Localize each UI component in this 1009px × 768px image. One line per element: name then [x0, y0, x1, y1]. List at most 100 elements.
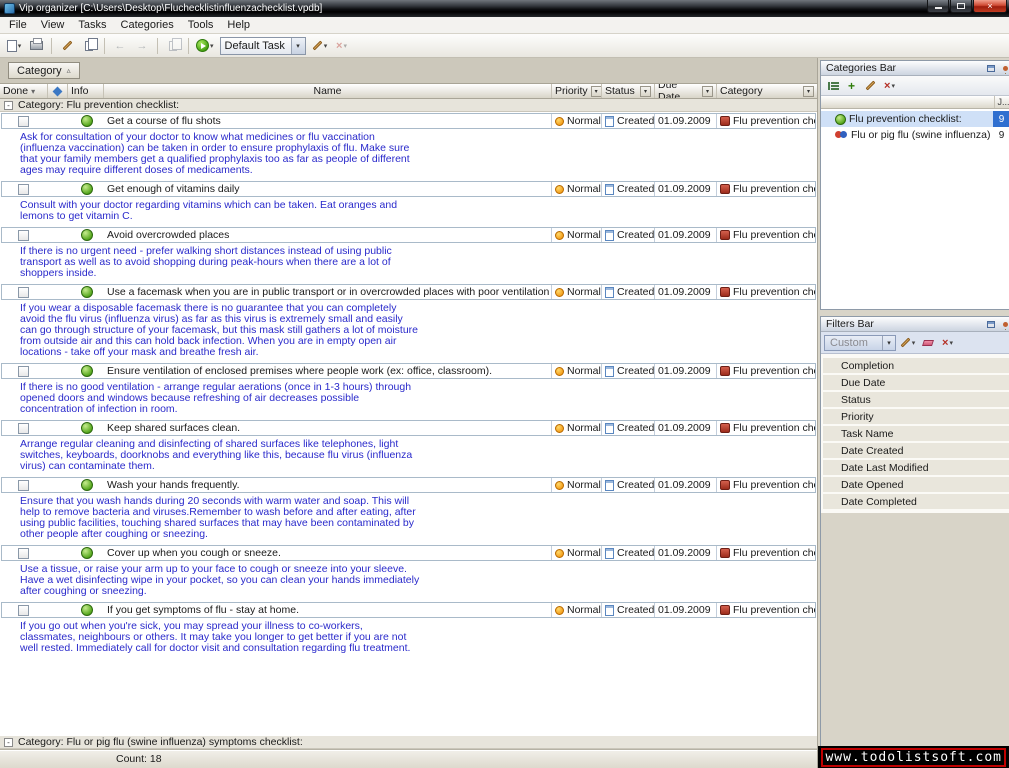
filter-dropdown-icon[interactable]: ▾	[803, 86, 814, 97]
sync-button[interactable]: ▾	[194, 36, 216, 56]
print-button[interactable]	[26, 36, 46, 56]
task-name[interactable]: Cover up when you cough or sneeze.	[105, 547, 551, 559]
category-item[interactable]: Flu prevention checklist: 9 9	[821, 111, 1009, 127]
task-name[interactable]: Use a facemask when you are in public tr…	[105, 286, 551, 298]
filter-row[interactable]: Date Opened ▾	[823, 477, 1009, 492]
done-checkbox[interactable]	[18, 287, 29, 298]
done-checkbox[interactable]	[18, 116, 29, 127]
print-icon	[30, 41, 43, 50]
task-row[interactable]: Keep shared surfaces clean. Normal Creat…	[1, 420, 816, 436]
edit-task-button[interactable]: ▾	[310, 36, 330, 56]
task-name[interactable]: Wash your hands frequently.	[105, 479, 551, 491]
edit-filter-button[interactable]: ▾	[899, 334, 916, 351]
group-header-flu-prevention[interactable]: - Category: Flu prevention checklist:	[0, 99, 817, 112]
done-checkbox[interactable]	[18, 184, 29, 195]
filter-row[interactable]: Date Created ▾	[823, 443, 1009, 458]
filter-dropdown-icon[interactable]: ▾	[640, 86, 651, 97]
column-header-name[interactable]: Name	[104, 84, 552, 98]
filter-row[interactable]: Completion ▾	[823, 358, 1009, 373]
filter-row[interactable]: Task Name ▾	[823, 426, 1009, 441]
task-row[interactable]: If you get symptoms of flu - stay at hom…	[1, 602, 816, 618]
task-row[interactable]: Cover up when you cough or sneeze. Norma…	[1, 545, 816, 561]
minimize-button[interactable]	[927, 0, 949, 13]
duplicate-button[interactable]	[79, 36, 99, 56]
priority-icon	[555, 185, 564, 194]
filter-row[interactable]: Date Completed ▾	[823, 494, 1009, 509]
sync-icon	[196, 39, 209, 52]
menu-tools[interactable]: Tools	[181, 18, 221, 32]
filter-preset-combo[interactable]: Custom ▾	[824, 335, 896, 351]
new-task-button[interactable]: ▾	[4, 36, 24, 56]
task-name[interactable]: Ensure ventilation of enclosed premises …	[105, 365, 551, 377]
done-checkbox[interactable]	[18, 480, 29, 491]
panel-window-button[interactable]	[984, 318, 998, 331]
edit-button[interactable]	[57, 36, 77, 56]
forward-button[interactable]: →	[132, 36, 152, 56]
task-block: Avoid overcrowded places Normal Created …	[0, 227, 817, 283]
task-status: Created	[617, 604, 654, 616]
menu-tasks[interactable]: Tasks	[71, 18, 113, 32]
filter-row[interactable]: Status ▾	[823, 392, 1009, 407]
column-header-done[interactable]: Done▾	[0, 84, 48, 98]
panel-window-button[interactable]	[984, 62, 998, 75]
column-header-category[interactable]: Category▾	[717, 84, 817, 98]
done-checkbox[interactable]	[18, 230, 29, 241]
column-label: Info	[71, 85, 89, 97]
filter-row[interactable]: Due Date ▾	[823, 375, 1009, 390]
task-row[interactable]: Get enough of vitamins daily Normal Crea…	[1, 181, 816, 197]
menu-file[interactable]: File	[2, 18, 34, 32]
category-icon	[720, 548, 730, 558]
task-name[interactable]: Get enough of vitamins daily	[105, 183, 551, 195]
task-name[interactable]: Keep shared surfaces clean.	[105, 422, 551, 434]
task-name[interactable]: If you get symptoms of flu - stay at hom…	[105, 604, 551, 616]
collapse-icon[interactable]: -	[4, 101, 13, 110]
filter-row[interactable]: Date Last Modified ▾	[823, 460, 1009, 475]
task-priority: Normal	[567, 479, 601, 491]
menu-view[interactable]: View	[34, 18, 72, 32]
group-header-swine-flu[interactable]: - Category: Flu or pig flu (swine influe…	[0, 736, 817, 749]
task-row[interactable]: Wash your hands frequently. Normal Creat…	[1, 477, 816, 493]
tree-view-button[interactable]	[824, 77, 841, 94]
panel-pin-button[interactable]	[998, 62, 1009, 75]
category-item[interactable]: Flu or pig flu (swine influenza) 9 9	[821, 127, 1009, 143]
indent-button[interactable]	[163, 36, 183, 56]
filter-dropdown-icon[interactable]: ▾	[702, 86, 713, 97]
column-header-due-date[interactable]: Due Date▾	[655, 84, 717, 98]
column-header-status[interactable]: Status▾	[602, 84, 655, 98]
done-checkbox[interactable]	[18, 423, 29, 434]
task-name[interactable]: Avoid overcrowded places	[105, 229, 551, 241]
task-name[interactable]: Get a course of flu shots	[105, 115, 551, 127]
task-row[interactable]: Ensure ventilation of enclosed premises …	[1, 363, 816, 379]
delete-filter-button[interactable]: ×▾	[939, 334, 956, 351]
edit-category-button[interactable]	[862, 77, 879, 94]
task-row[interactable]: Get a course of flu shots Normal Created…	[1, 113, 816, 129]
menu-help[interactable]: Help	[220, 18, 257, 32]
add-category-button[interactable]: +	[843, 77, 860, 94]
column-header-priority[interactable]: Priority▾	[552, 84, 602, 98]
task-category: Flu prevention checklist:	[733, 286, 815, 298]
done-checkbox[interactable]	[18, 605, 29, 616]
back-button[interactable]: ←	[110, 36, 130, 56]
group-by-category-tab[interactable]: Category ▵	[8, 62, 80, 79]
status-icon	[605, 184, 614, 195]
task-row[interactable]: Avoid overcrowded places Normal Created …	[1, 227, 816, 243]
column-header-info[interactable]: Info	[68, 84, 104, 98]
clear-filter-button[interactable]	[919, 334, 936, 351]
menu-categories[interactable]: Categories	[114, 18, 181, 32]
count-column-1[interactable]: J...	[994, 96, 1009, 108]
filter-dropdown-icon[interactable]: ▾	[591, 86, 602, 97]
delete-task-button[interactable]: ×▾	[332, 36, 352, 56]
filter-row[interactable]: Priority ▾	[823, 409, 1009, 424]
task-row[interactable]: Use a facemask when you are in public tr…	[1, 284, 816, 300]
done-checkbox[interactable]	[18, 366, 29, 377]
collapse-icon[interactable]: -	[4, 738, 13, 747]
maximize-button[interactable]	[950, 0, 972, 13]
delete-category-button[interactable]: ×▾	[881, 77, 898, 94]
close-button[interactable]: ×	[973, 0, 1007, 13]
done-checkbox[interactable]	[18, 548, 29, 559]
panel-pin-button[interactable]	[998, 318, 1009, 331]
maximize-icon	[957, 3, 965, 9]
column-header-icon[interactable]	[48, 84, 68, 98]
status-icon	[605, 287, 614, 298]
default-task-combo[interactable]: Default Task ▾	[220, 37, 306, 55]
